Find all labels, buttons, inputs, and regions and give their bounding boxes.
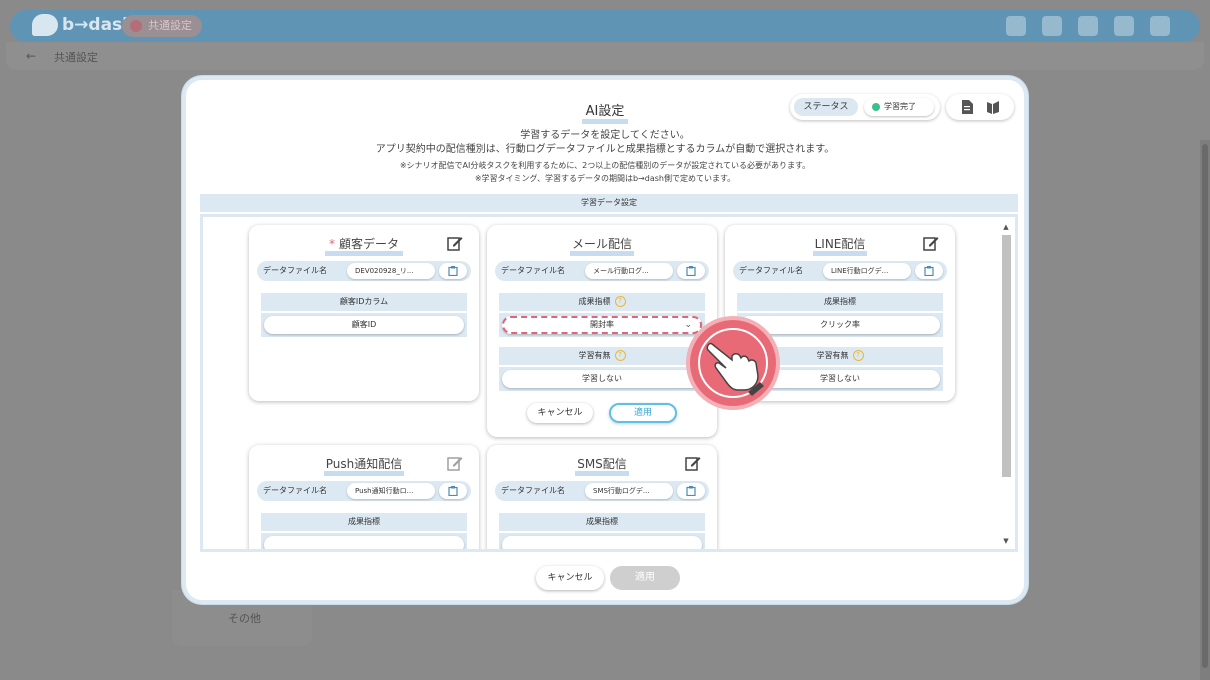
edit-icon[interactable] — [923, 235, 939, 251]
card-push: Push通知配信 データファイル名 Push通知行動ロ... 成果指標 — [249, 445, 479, 549]
card-customer-data: * 顧客データ データファイル名 DEV020928_リ... 顧客IDカラム 顧… — [249, 225, 479, 401]
wrench-icon[interactable] — [1042, 16, 1062, 36]
logo-mark-icon — [32, 14, 58, 36]
metric-field — [499, 533, 705, 549]
card-title: * 顧客データ — [249, 235, 479, 256]
card-sms: SMS配信 データファイル名 SMS行動ログデ... 成果指標 — [487, 445, 717, 549]
file-select-button[interactable] — [439, 263, 467, 279]
tap-pointer — [686, 316, 780, 410]
help-icon[interactable]: ? — [614, 350, 626, 361]
customer-id-column-header: 顧客IDカラム — [261, 293, 467, 311]
ai-settings-modal: AI設定 ステータス 学習完了 学習するデータを設定してください。 アプリ契約中… — [182, 76, 1028, 604]
file-select-button[interactable] — [439, 483, 467, 499]
file-name: SMS行動ログデ... — [585, 483, 673, 499]
metric-select[interactable]: 開封率 ⌄ — [502, 316, 702, 334]
file-name: DEV020928_リ... — [347, 263, 435, 279]
clipboard-icon — [924, 266, 934, 276]
clipboard-icon — [686, 486, 696, 496]
clipboard-icon — [448, 486, 458, 496]
apps-grid-icon[interactable] — [1078, 16, 1098, 36]
card-mail: メール配信 データファイル名 メール行動ログ... 成果指標? 開封率 ⌄ 学習有… — [487, 225, 717, 437]
file-label: データファイル名 — [501, 486, 565, 495]
file-label: データファイル名 — [263, 486, 327, 495]
file-name: LINE行動ログデ... — [823, 263, 911, 279]
logout-icon[interactable] — [1150, 16, 1170, 36]
card-title: Push通知配信 — [249, 455, 479, 476]
back-arrow-icon[interactable]: ← — [26, 49, 36, 63]
status-panel: ステータス 学習完了 — [790, 94, 940, 120]
clipboard-icon — [686, 266, 696, 276]
edit-icon[interactable] — [447, 455, 463, 471]
metric-select[interactable] — [502, 536, 702, 549]
metric-header: 成果指標 — [261, 513, 467, 531]
modal-tools — [946, 94, 1014, 120]
breadcrumb: ← 共通設定 — [6, 42, 1204, 70]
card-title: メール配信 — [487, 235, 717, 256]
section-header: 学習データ設定 — [200, 194, 1018, 212]
description-line-1: 学習するデータを設定してください。 — [520, 130, 690, 141]
help-icon[interactable]: ? — [852, 350, 864, 361]
app-header: b→dash 共通設定 — [10, 10, 1200, 42]
common-settings-pill[interactable]: 共通設定 — [122, 15, 202, 37]
edit-icon[interactable] — [447, 235, 463, 251]
learning-data-area: * 顧客データ データファイル名 DEV020928_リ... 顧客IDカラム 顧… — [200, 214, 1018, 552]
learn-header: 学習有無? — [499, 347, 705, 365]
book-icon[interactable] — [987, 100, 999, 114]
file-row: データファイル名 DEV020928_リ... — [257, 261, 471, 281]
card-apply-button[interactable]: 適用 — [609, 403, 677, 423]
file-label: データファイル名 — [739, 266, 803, 275]
clipboard-icon — [448, 266, 458, 276]
file-row: データファイル名 LINE行動ログデ... — [733, 261, 947, 281]
note-line-1: ※シナリオ配信でAI分岐タスクを利用するために、2つ以上の配信種別のデータが設定… — [399, 161, 811, 170]
metric-field: 開封率 ⌄ — [499, 313, 705, 337]
card-title: SMS配信 — [487, 455, 717, 476]
header-icons — [1006, 16, 1170, 36]
file-name: Push通知行動ロ... — [347, 483, 435, 499]
help-icon[interactable]: ? — [614, 296, 626, 307]
settings-badge-icon — [130, 20, 142, 32]
cancel-button[interactable]: キャンセル — [536, 566, 604, 590]
metric-header: 成果指標? — [499, 293, 705, 311]
customer-id-select[interactable]: 顧客ID — [264, 316, 464, 334]
pointing-hand-icon — [706, 342, 764, 396]
file-label: データファイル名 — [263, 266, 327, 275]
common-settings-label: 共通設定 — [148, 19, 192, 32]
metric-select[interactable] — [264, 536, 464, 549]
file-row: データファイル名 SMS行動ログデ... — [495, 481, 709, 501]
description-line-2: アプリ契約中の配信種別は、行動ログデータファイルと成果指標とするカラムが自動で選… — [375, 144, 835, 155]
scrollbar-thumb[interactable] — [1002, 235, 1011, 477]
file-row: データファイル名 Push通知行動ロ... — [257, 481, 471, 501]
customer-id-field: 顧客ID — [261, 313, 467, 337]
card-cancel-button[interactable]: キャンセル — [527, 403, 593, 423]
status-dot-icon — [872, 103, 880, 111]
metric-header: 成果指標 — [499, 513, 705, 531]
status-label: ステータス — [794, 98, 858, 116]
learn-field: 学習しない — [499, 367, 705, 391]
metric-field — [261, 533, 467, 549]
sidebar-item-other[interactable]: その他 — [228, 610, 261, 626]
learn-select[interactable]: 学習しない — [502, 370, 702, 388]
status-badge: 学習完了 — [864, 98, 934, 116]
page-scrollbar[interactable] — [1200, 140, 1210, 680]
document-icon[interactable] — [961, 100, 973, 114]
cards-scrollbar[interactable]: ▲ ▼ — [1001, 223, 1011, 545]
file-row: データファイル名 メール行動ログ... — [495, 261, 709, 281]
metric-header: 成果指標 — [737, 293, 943, 311]
file-select-button[interactable] — [677, 263, 705, 279]
file-label: データファイル名 — [501, 266, 565, 275]
file-select-button[interactable] — [915, 263, 943, 279]
scroll-up-icon[interactable]: ▲ — [1001, 223, 1011, 231]
app-logo[interactable]: b→dash — [32, 14, 134, 36]
edit-icon[interactable] — [685, 455, 701, 471]
megaphone-icon[interactable] — [1114, 16, 1134, 36]
bell-icon[interactable] — [1006, 16, 1026, 36]
scroll-down-icon[interactable]: ▼ — [1001, 537, 1011, 545]
status-value: 学習完了 — [884, 102, 916, 111]
file-name: メール行動ログ... — [585, 263, 673, 279]
breadcrumb-label: 共通設定 — [54, 51, 98, 64]
file-select-button[interactable] — [677, 483, 705, 499]
apply-button[interactable]: 適用 — [610, 566, 680, 590]
note-line-2: ※学習タイミング、学習するデータの期間はb→dash側で定めています。 — [474, 174, 736, 183]
card-title: LINE配信 — [725, 235, 955, 256]
